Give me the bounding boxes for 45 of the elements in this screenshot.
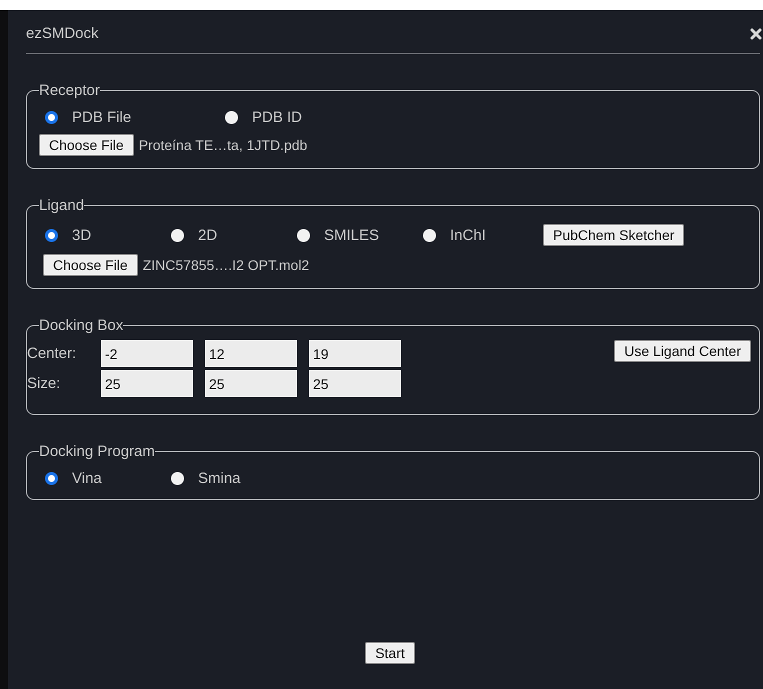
radio-button[interactable] <box>171 228 184 242</box>
radio-label: PDB File <box>72 109 132 126</box>
panel-legend: Ligand <box>39 197 84 214</box>
radio-button[interactable] <box>423 228 436 242</box>
file-name: Proteína TE…ta, 1JTD.pdb <box>138 137 308 153</box>
radio-button[interactable] <box>45 111 58 124</box>
radio-option[interactable]: InChI <box>417 226 543 244</box>
input-field[interactable]: 25 <box>205 370 297 397</box>
radio-option[interactable]: PDB File <box>39 109 219 126</box>
panel-legend: Docking Program <box>39 443 155 460</box>
radio-option[interactable]: Smina <box>165 470 291 487</box>
file-name: ZINC57855….I2 OPT.mol2 <box>142 257 310 273</box>
radio-label: Vina <box>72 470 102 487</box>
choose-file-button[interactable]: Choose File <box>43 254 138 276</box>
radio-label: Smina <box>198 470 241 487</box>
radio-option[interactable]: Vina <box>39 470 165 487</box>
input-field[interactable]: 19 <box>309 340 401 367</box>
start-button[interactable]: Start <box>365 642 415 664</box>
use-ligand-center-button[interactable]: Use Ligand Center <box>614 340 751 362</box>
radio-button[interactable] <box>45 472 58 485</box>
sketcher-button[interactable]: PubChem Sketcher <box>543 224 684 246</box>
radio-label: PDB ID <box>252 109 302 126</box>
radio-button[interactable] <box>45 228 58 242</box>
panel-legend: Receptor <box>39 82 100 99</box>
radio-label: 2D <box>198 226 218 244</box>
field-label: Size: <box>27 375 62 392</box>
window-title: ezSMDock <box>26 25 99 42</box>
radio-button[interactable] <box>171 472 184 485</box>
radio-button[interactable] <box>225 111 238 124</box>
radio-option[interactable]: 3D <box>39 226 165 244</box>
radio-option[interactable]: PDB ID <box>219 109 399 126</box>
field-label: Center: <box>27 345 78 362</box>
input-field[interactable]: 25 <box>101 370 193 397</box>
radio-option[interactable]: SMILES <box>291 226 417 244</box>
panel-legend: Docking Box <box>39 317 124 334</box>
input-field[interactable]: -2 <box>101 340 193 367</box>
input-field[interactable]: 12 <box>205 340 297 367</box>
radio-option[interactable]: 2D <box>165 226 291 244</box>
close-icon[interactable] <box>750 28 762 40</box>
radio-button[interactable] <box>297 228 310 242</box>
input-field[interactable]: 25 <box>309 370 401 397</box>
radio-label: 3D <box>72 226 92 244</box>
radio-label: SMILES <box>324 226 380 244</box>
choose-file-button[interactable]: Choose File <box>39 134 134 156</box>
radio-label: InChI <box>450 226 486 244</box>
